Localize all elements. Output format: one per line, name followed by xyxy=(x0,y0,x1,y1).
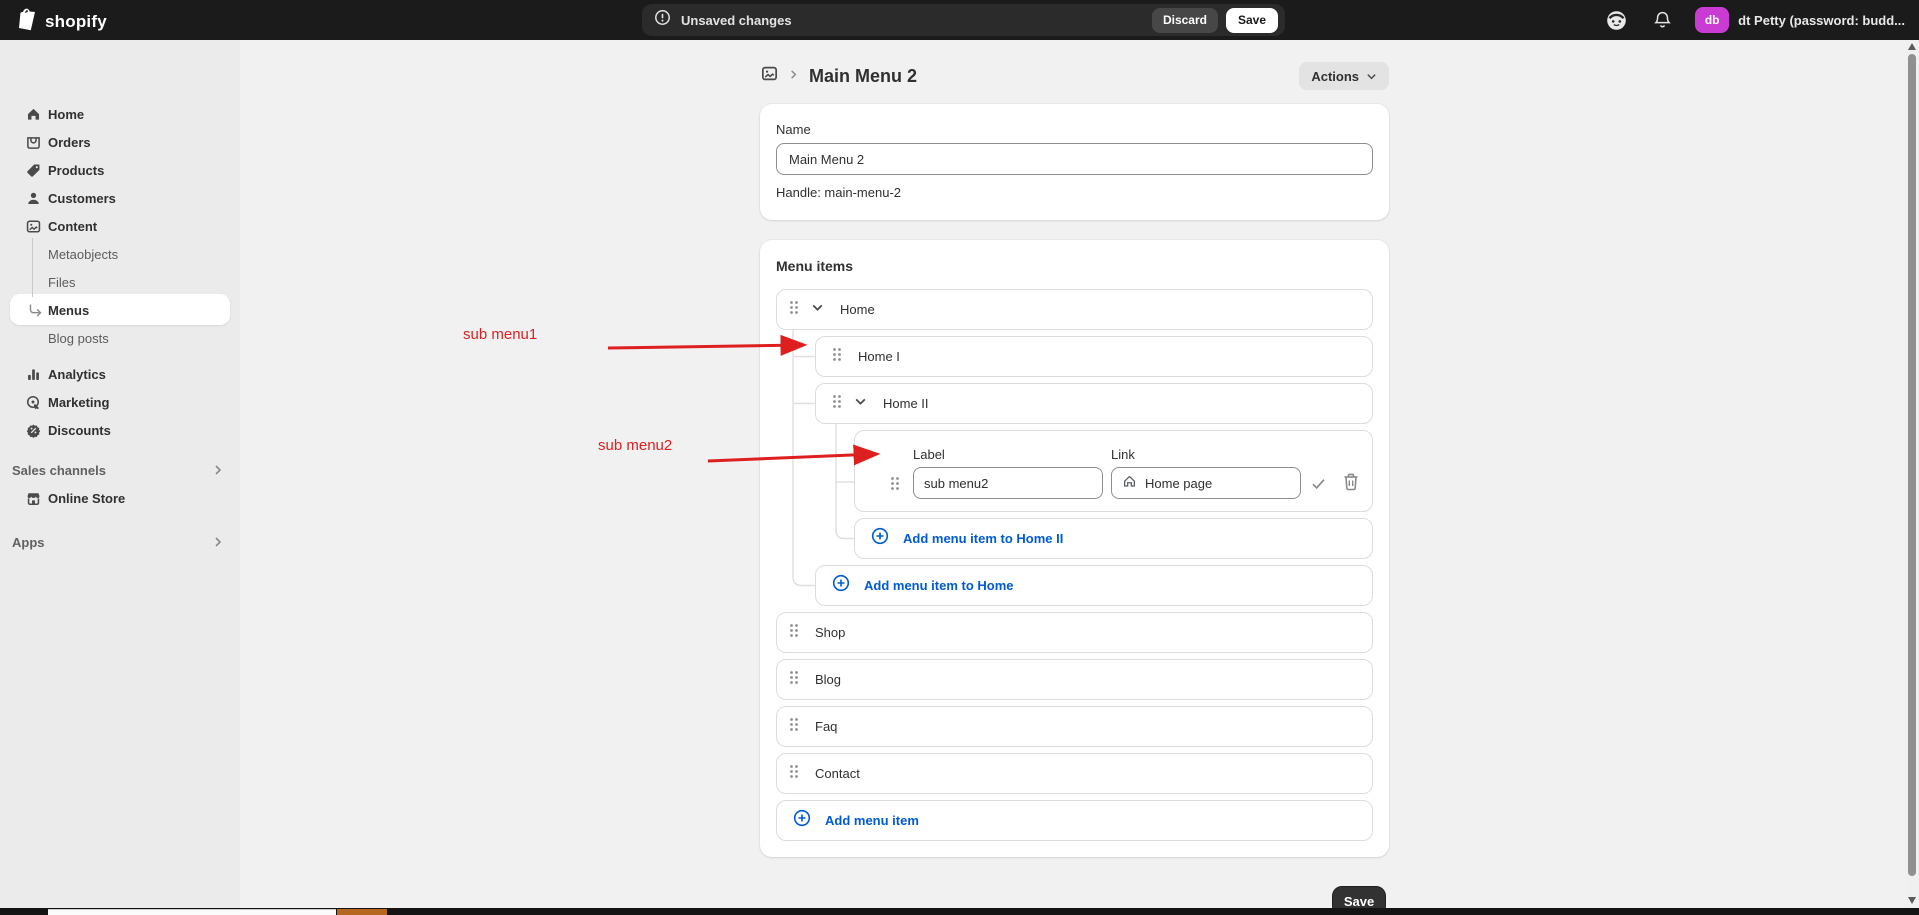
scrollbar-down-arrow[interactable] xyxy=(1908,897,1916,904)
actions-button[interactable]: Actions xyxy=(1299,62,1389,90)
user-name[interactable]: dt Petty (password: budd... xyxy=(1738,13,1905,28)
menu-row-home[interactable]: Home xyxy=(776,289,1373,330)
bottom-edge-strip xyxy=(0,908,1919,915)
sidebar-item-files[interactable]: Files xyxy=(0,268,240,296)
alert-icon xyxy=(654,9,671,31)
sidebar-item-menus[interactable]: Menus xyxy=(0,296,240,324)
scrollbar-up-arrow[interactable] xyxy=(1908,43,1916,50)
customers-icon xyxy=(25,190,42,207)
menu-row-home-ii[interactable]: Home II xyxy=(815,383,1373,424)
scrollbar[interactable] xyxy=(1906,40,1919,908)
save-button-top[interactable]: Save xyxy=(1226,8,1278,33)
breadcrumb-menu-icon[interactable] xyxy=(760,64,779,88)
drag-handle-icon[interactable] xyxy=(789,300,799,320)
discard-button[interactable]: Discard xyxy=(1152,8,1218,33)
drag-handle-icon[interactable] xyxy=(832,394,842,414)
menu-row-blog[interactable]: Blog xyxy=(776,659,1373,700)
link-selector[interactable]: Home page xyxy=(1111,467,1301,499)
content-icon xyxy=(25,218,42,235)
drag-handle-icon[interactable] xyxy=(890,476,900,496)
handle-text: Handle: main-menu-2 xyxy=(776,185,1373,200)
delete-trash-icon[interactable] xyxy=(1343,473,1359,494)
sidebar-item-marketing[interactable]: Marketing xyxy=(0,388,240,416)
sidebar: Home Orders Products Customers Content M… xyxy=(0,40,240,915)
assistant-icon[interactable] xyxy=(1605,9,1627,31)
chevron-right-icon xyxy=(212,464,224,479)
top-bar: shopify Unsaved changes Discard Save db … xyxy=(0,0,1919,40)
user-avatar[interactable]: db xyxy=(1695,7,1729,33)
collapse-chevron-icon[interactable] xyxy=(811,301,824,319)
plus-circle-icon xyxy=(832,574,850,597)
bottom-strip-orange-segment xyxy=(337,909,387,915)
chevron-down-icon xyxy=(1366,71,1377,82)
unsaved-changes-bar: Unsaved changes Discard Save xyxy=(642,4,1285,36)
add-menu-item-to-home[interactable]: Add menu item to Home xyxy=(815,565,1373,606)
sidebar-item-content[interactable]: Content xyxy=(0,212,240,240)
unsaved-changes-text: Unsaved changes xyxy=(681,13,792,28)
drag-handle-icon[interactable] xyxy=(789,623,799,643)
discounts-icon xyxy=(25,422,42,439)
shopify-bag-icon xyxy=(16,7,38,36)
drag-handle-icon[interactable] xyxy=(832,347,842,367)
drag-handle-icon[interactable] xyxy=(789,717,799,737)
label-input[interactable] xyxy=(913,467,1103,499)
sales-channels-section[interactable]: Sales channels xyxy=(0,456,240,484)
sidebar-item-orders[interactable]: Orders xyxy=(0,128,240,156)
sidebar-item-home[interactable]: Home xyxy=(0,100,240,128)
menu-row-contact[interactable]: Contact xyxy=(776,753,1373,794)
sidebar-item-products[interactable]: Products xyxy=(0,156,240,184)
add-menu-item[interactable]: Add menu item xyxy=(776,800,1373,841)
name-card: Name Handle: main-menu-2 xyxy=(760,104,1389,220)
collapse-chevron-icon[interactable] xyxy=(854,395,867,413)
name-field-label: Name xyxy=(776,122,1373,137)
sidebar-item-blog-posts[interactable]: Blog posts xyxy=(0,324,240,352)
label-caption: Label xyxy=(913,447,1103,462)
subitem-arrow-icon xyxy=(27,302,44,319)
plus-circle-icon xyxy=(871,527,889,550)
sidebar-item-online-store[interactable]: Online Store xyxy=(0,484,240,512)
page-title: Main Menu 2 xyxy=(809,66,917,87)
online-store-icon xyxy=(25,490,42,507)
menu-item-edit-form: Label Link Home page xyxy=(854,430,1373,512)
orders-icon xyxy=(25,134,42,151)
menu-row-faq[interactable]: Faq xyxy=(776,706,1373,747)
scrollbar-thumb[interactable] xyxy=(1908,54,1916,876)
menu-items-title: Menu items xyxy=(776,258,1373,274)
notifications-bell-icon[interactable] xyxy=(1651,9,1673,31)
home-icon xyxy=(25,106,42,123)
shopify-logo[interactable]: shopify xyxy=(16,7,107,36)
drag-handle-icon[interactable] xyxy=(789,670,799,690)
label-field-group: Label xyxy=(913,447,1103,499)
analytics-icon xyxy=(25,366,42,383)
annotation-sub-menu1: sub menu1 xyxy=(463,326,537,343)
chevron-right-icon xyxy=(212,536,224,551)
sidebar-item-metaobjects[interactable]: Metaobjects xyxy=(0,240,240,268)
sidebar-item-analytics[interactable]: Analytics xyxy=(0,360,240,388)
apps-section[interactable]: Apps xyxy=(0,528,240,556)
marketing-icon xyxy=(25,394,42,411)
link-caption: Link xyxy=(1111,447,1301,462)
menu-items-card: Menu items Home Home I Home II Label Lin… xyxy=(760,240,1389,857)
products-tag-icon xyxy=(25,162,42,179)
plus-circle-icon xyxy=(793,809,811,832)
bottom-strip-light-segment xyxy=(48,909,336,915)
annotation-sub-menu2: sub menu2 xyxy=(598,437,672,454)
menu-row-home-i[interactable]: Home I xyxy=(815,336,1373,377)
confirm-check-icon[interactable] xyxy=(1310,475,1327,495)
home-page-icon xyxy=(1122,474,1137,492)
menu-name-input[interactable] xyxy=(776,143,1373,175)
shopify-wordmark: shopify xyxy=(45,12,107,32)
drag-handle-icon[interactable] xyxy=(789,764,799,784)
breadcrumb-chevron-icon xyxy=(788,67,799,85)
link-field-group: Link Home page xyxy=(1111,447,1301,499)
add-menu-item-to-home-ii[interactable]: Add menu item to Home II xyxy=(854,518,1373,559)
sidebar-item-discounts[interactable]: Discounts xyxy=(0,416,240,444)
menu-row-shop[interactable]: Shop xyxy=(776,612,1373,653)
sidebar-item-customers[interactable]: Customers xyxy=(0,184,240,212)
